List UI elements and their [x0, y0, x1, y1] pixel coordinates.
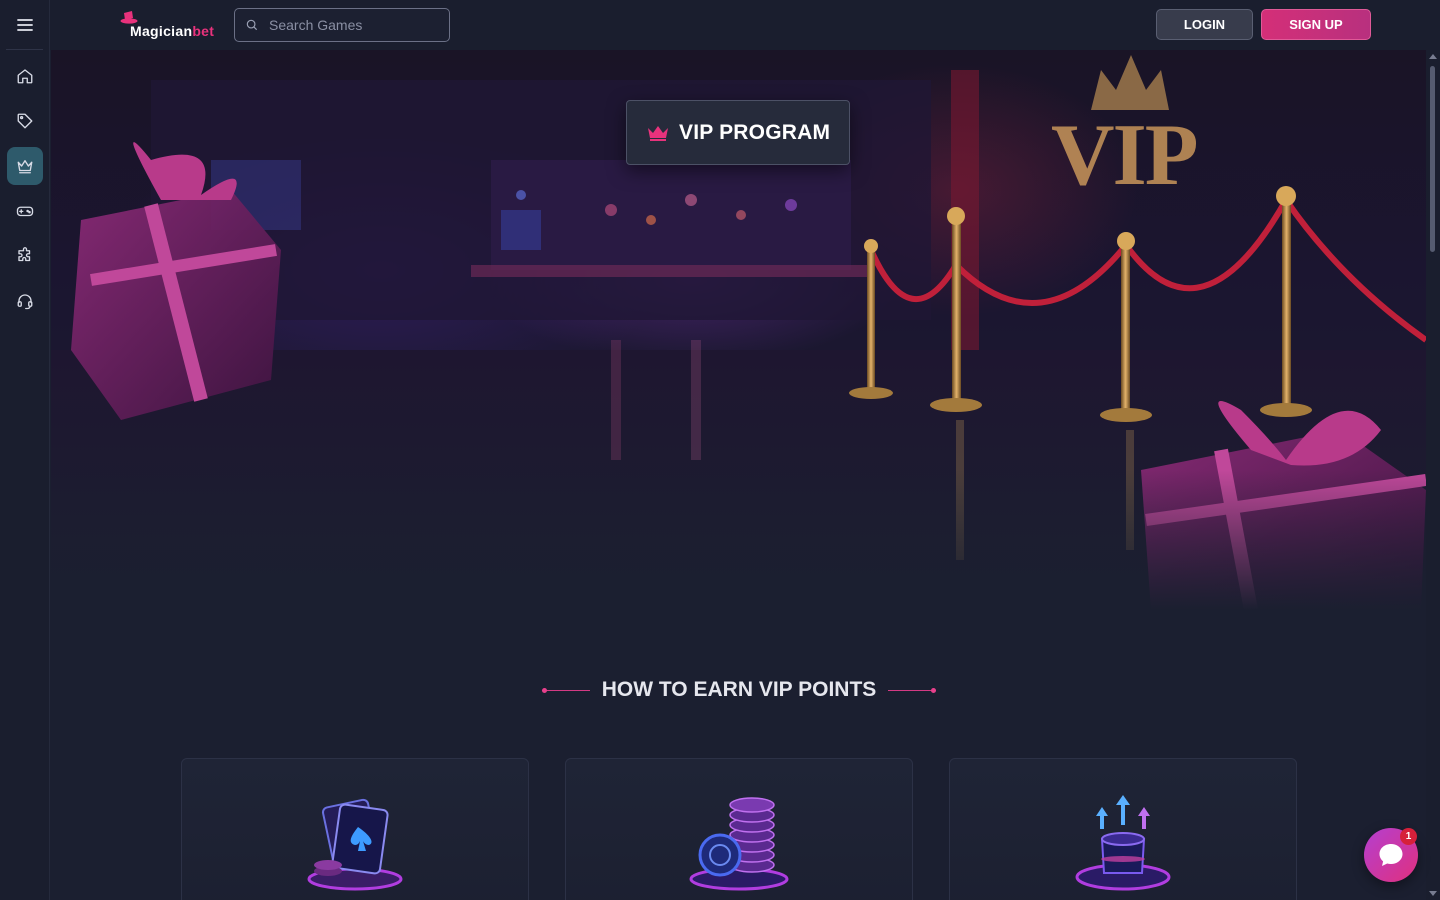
vip-neon-sign: VIP: [1051, 107, 1199, 204]
cards-chips-icon: [307, 798, 403, 891]
sidebar-item-support[interactable]: [7, 282, 43, 320]
chat-bubble-icon: [1379, 844, 1403, 866]
chip-stack-icon: [689, 797, 789, 891]
scrollbar-thumb[interactable]: [1430, 66, 1435, 252]
earn-card-2: [565, 758, 913, 900]
sidebar-item-providers[interactable]: [7, 237, 43, 275]
sidebar: [0, 0, 50, 900]
brand-name: Magicianbet: [130, 23, 215, 39]
hero-fade-overlay: [51, 470, 1426, 610]
earn-card-1: [181, 758, 529, 900]
vip-program-badge: VIP PROGRAM: [626, 100, 850, 165]
scroll-up-arrow-icon[interactable]: [1429, 54, 1437, 59]
gamepad-icon: [16, 206, 33, 217]
puzzle-icon: [17, 247, 30, 262]
top-bar: Magicianbet LOGIN SIGN UP: [50, 0, 1440, 50]
search-icon: [246, 19, 258, 31]
main-content: VIP VIP PROGRAM HOW TO EARN VIP POINTS: [51, 50, 1426, 900]
section-title: HOW TO EARN VIP POINTS: [601, 678, 877, 701]
signup-button[interactable]: SIGN UP: [1261, 9, 1371, 40]
vip-program-title: VIP PROGRAM: [679, 120, 831, 144]
hamburger-icon: [16, 18, 33, 31]
tag-icon: [17, 113, 32, 129]
crown-icon: [648, 125, 668, 141]
heading-divider-right: [888, 687, 937, 693]
headset-icon: [17, 294, 32, 310]
unread-count-badge: 1: [1400, 828, 1417, 845]
heading-divider-left: [541, 687, 590, 693]
menu-toggle-button[interactable]: [6, 0, 43, 50]
search-box[interactable]: [234, 8, 450, 42]
sidebar-item-games[interactable]: [7, 192, 43, 230]
sidebar-item-promotions[interactable]: [7, 102, 43, 140]
page-scrollbar[interactable]: [1426, 50, 1440, 900]
scroll-down-arrow-icon[interactable]: [1429, 891, 1437, 896]
sidebar-item-home[interactable]: [7, 57, 43, 95]
magic-hat-icon: [1075, 795, 1171, 891]
section-heading: HOW TO EARN VIP POINTS: [534, 676, 944, 704]
vip-hero-banner: VIP VIP PROGRAM: [51, 50, 1426, 610]
chat-widget-button[interactable]: 1: [1364, 828, 1418, 882]
brand-logo[interactable]: Magicianbet: [118, 10, 214, 40]
home-icon: [17, 69, 32, 84]
login-button[interactable]: LOGIN: [1156, 9, 1253, 40]
crown-icon: [17, 160, 32, 174]
search-input[interactable]: [269, 17, 439, 33]
earn-card-3: [949, 758, 1297, 900]
sidebar-item-vip[interactable]: [6, 147, 43, 185]
